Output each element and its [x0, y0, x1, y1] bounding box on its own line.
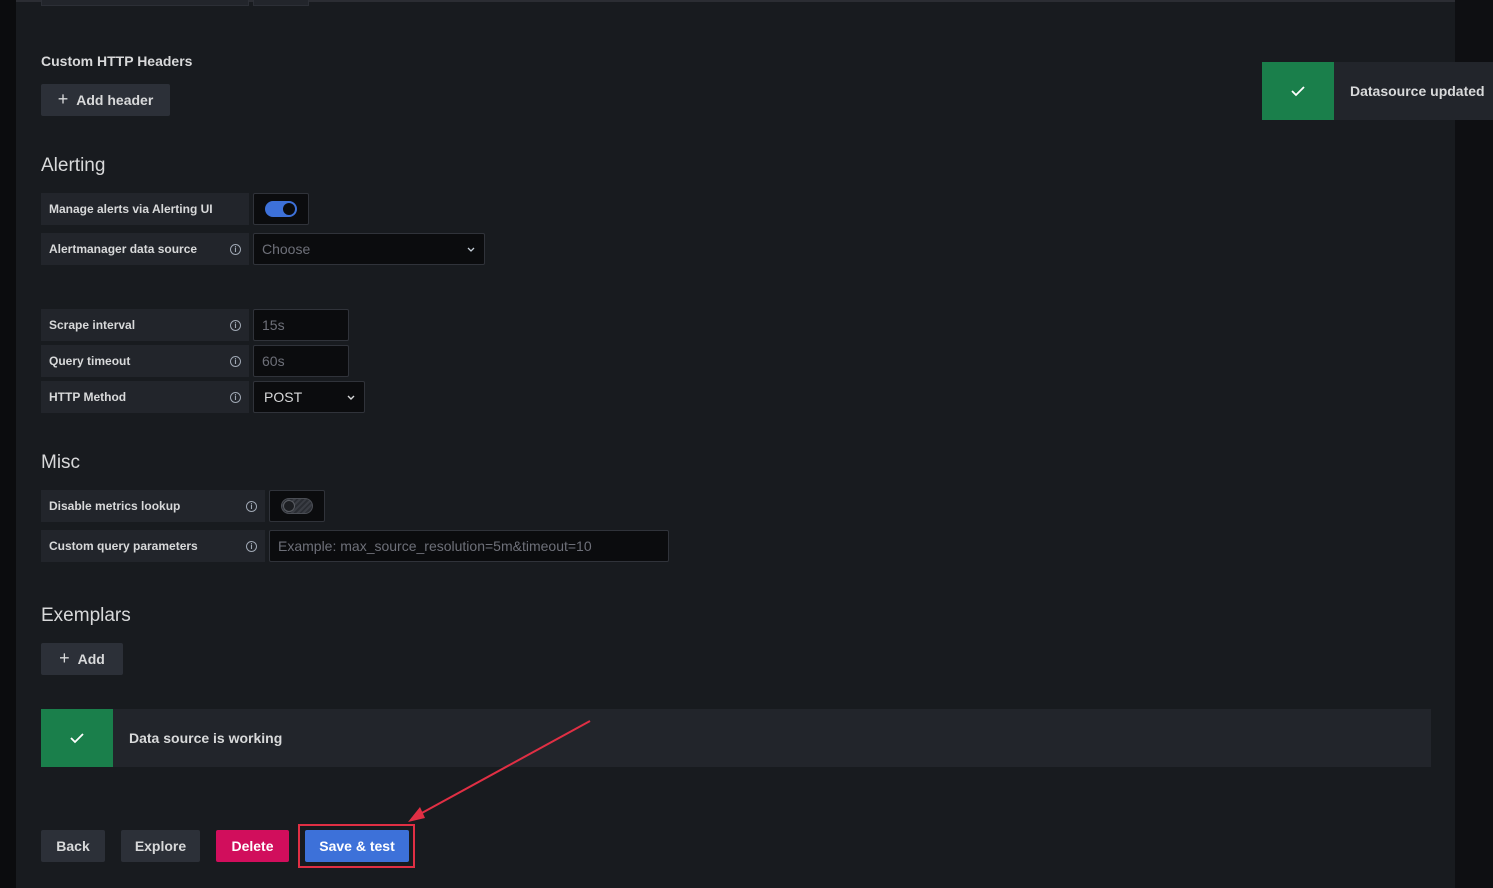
annotation-arrow [408, 720, 591, 822]
